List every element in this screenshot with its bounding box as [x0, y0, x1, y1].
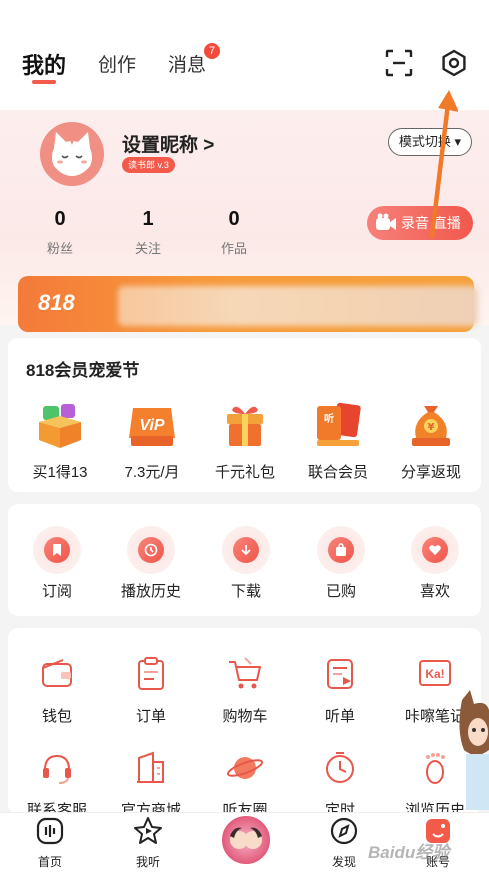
settings-icon[interactable] [439, 48, 469, 78]
nav-home[interactable]: 首页 [20, 816, 80, 870]
quick-item-play-history[interactable]: 播放历史 [106, 526, 196, 601]
quick-label: 喜欢 [419, 583, 450, 600]
messages-badge: 7 [204, 43, 220, 59]
note-icon: Ka! [419, 660, 451, 686]
followers-label: 粉丝 [46, 241, 73, 256]
service-item-cart[interactable]: 购物车 [200, 654, 290, 726]
bag-icon [336, 543, 346, 556]
download-icon [241, 545, 251, 556]
works-count[interactable]: 0 [214, 208, 254, 231]
service-label: 订单 [135, 708, 166, 725]
quick-item-purchased[interactable]: 已购 [296, 526, 386, 601]
promo-label: 买1得13 [32, 464, 88, 481]
service-item-wallet[interactable]: 钱包 [12, 654, 102, 726]
video-camera-icon [376, 213, 396, 230]
svg-text:听: 听 [324, 412, 334, 425]
headset-icon [43, 754, 71, 784]
promo-label: 7.3元/月 [124, 464, 180, 481]
nav-label: 发现 [331, 855, 356, 869]
heart-icon [429, 545, 441, 555]
vip-icon: ViP [129, 408, 175, 446]
service-label: 钱包 [41, 708, 72, 725]
cart-icon [229, 657, 261, 689]
tab-create[interactable]: 创作 [98, 50, 136, 77]
center-avatar[interactable] [220, 814, 272, 866]
joint-member-icon: 听 [317, 402, 361, 446]
tab-messages[interactable]: 消息 [168, 50, 206, 77]
works-label: 作品 [220, 241, 247, 256]
tab-active-indicator [32, 80, 56, 84]
planet-icon [226, 757, 264, 779]
promo-item-joint-member[interactable]: 听 联合会员 [293, 398, 383, 482]
bookmark-icon [53, 544, 61, 556]
promo-title: 818会员宠爱节 [26, 361, 140, 380]
promo-label: 联合会员 [307, 464, 368, 481]
level-badge: 读书郎 v.3 [122, 157, 175, 173]
promo-item-gift-package[interactable]: 千元礼包 [200, 398, 290, 482]
footprint-icon [426, 753, 445, 784]
svg-text:¥: ¥ [428, 422, 435, 433]
watermark-text: Baidu经验 [368, 843, 450, 862]
followers-count[interactable]: 0 [40, 208, 80, 231]
annotation-arrow-icon [429, 90, 458, 238]
clock-icon [144, 543, 158, 557]
nickname-link[interactable]: 设置昵称 > [122, 130, 214, 157]
banner-blurred-text [118, 286, 478, 326]
service-label: 听单 [324, 708, 355, 725]
avatar[interactable] [40, 122, 104, 186]
gift-box-icon [39, 404, 81, 448]
nav-discover[interactable]: 发现 [314, 816, 374, 870]
service-item-order[interactable]: 订单 [106, 654, 196, 726]
promo-label: 分享返现 [400, 464, 461, 481]
quick-item-download[interactable]: 下载 [201, 526, 291, 601]
nav-label: 首页 [37, 855, 62, 869]
nav-my-listening[interactable]: 我听 [118, 816, 178, 870]
play-star-icon [134, 817, 162, 844]
promo-item-vip[interactable]: ViP 7.3元/月 [107, 398, 197, 482]
quick-label: 下载 [230, 583, 261, 600]
money-bag-icon: ¥ [412, 406, 450, 446]
promo-label: 千元礼包 [214, 464, 275, 481]
service-item-timer[interactable]: 定时 [295, 748, 385, 820]
cat-avatar-icon [52, 132, 92, 176]
service-label: 购物车 [222, 708, 268, 725]
following-label: 关注 [134, 241, 161, 256]
following-count[interactable]: 1 [128, 208, 168, 231]
svg-text:Ka!: Ka! [425, 667, 444, 681]
discover-icon [330, 817, 358, 845]
svg-text:ViP: ViP [139, 417, 165, 434]
timer-icon [326, 752, 354, 783]
home-icon [36, 817, 64, 845]
order-icon [138, 657, 164, 690]
quick-label: 播放历史 [120, 583, 181, 600]
service-item-support[interactable]: 联系客服 [12, 748, 102, 820]
playlist-icon [327, 659, 353, 689]
store-icon [137, 751, 164, 783]
quick-item-subscribe[interactable]: 订阅 [12, 526, 102, 601]
floating-mascot-icon[interactable] [456, 690, 489, 810]
gift-package-icon [227, 406, 263, 446]
center-avatar-icon [230, 827, 262, 849]
nav-label: 我听 [135, 855, 160, 869]
quick-item-like[interactable]: 喜欢 [390, 526, 480, 601]
promo-item-buy1get13[interactable]: 买1得13 [15, 398, 105, 482]
service-item-listeners-circle[interactable]: 听友圈 [200, 748, 290, 820]
service-item-playlist[interactable]: 听单 [295, 654, 385, 726]
promo-item-share-cashback[interactable]: ¥ 分享返现 [386, 398, 476, 482]
wallet-icon [42, 659, 72, 687]
scan-icon[interactable] [384, 48, 414, 78]
quick-label: 订阅 [41, 583, 72, 600]
banner-818-logo: 818 [38, 290, 75, 315]
quick-label: 已购 [325, 583, 356, 600]
tab-mine[interactable]: 我的 [22, 48, 66, 80]
top-header [0, 0, 489, 110]
service-item-store[interactable]: 官方商城 [106, 748, 196, 820]
